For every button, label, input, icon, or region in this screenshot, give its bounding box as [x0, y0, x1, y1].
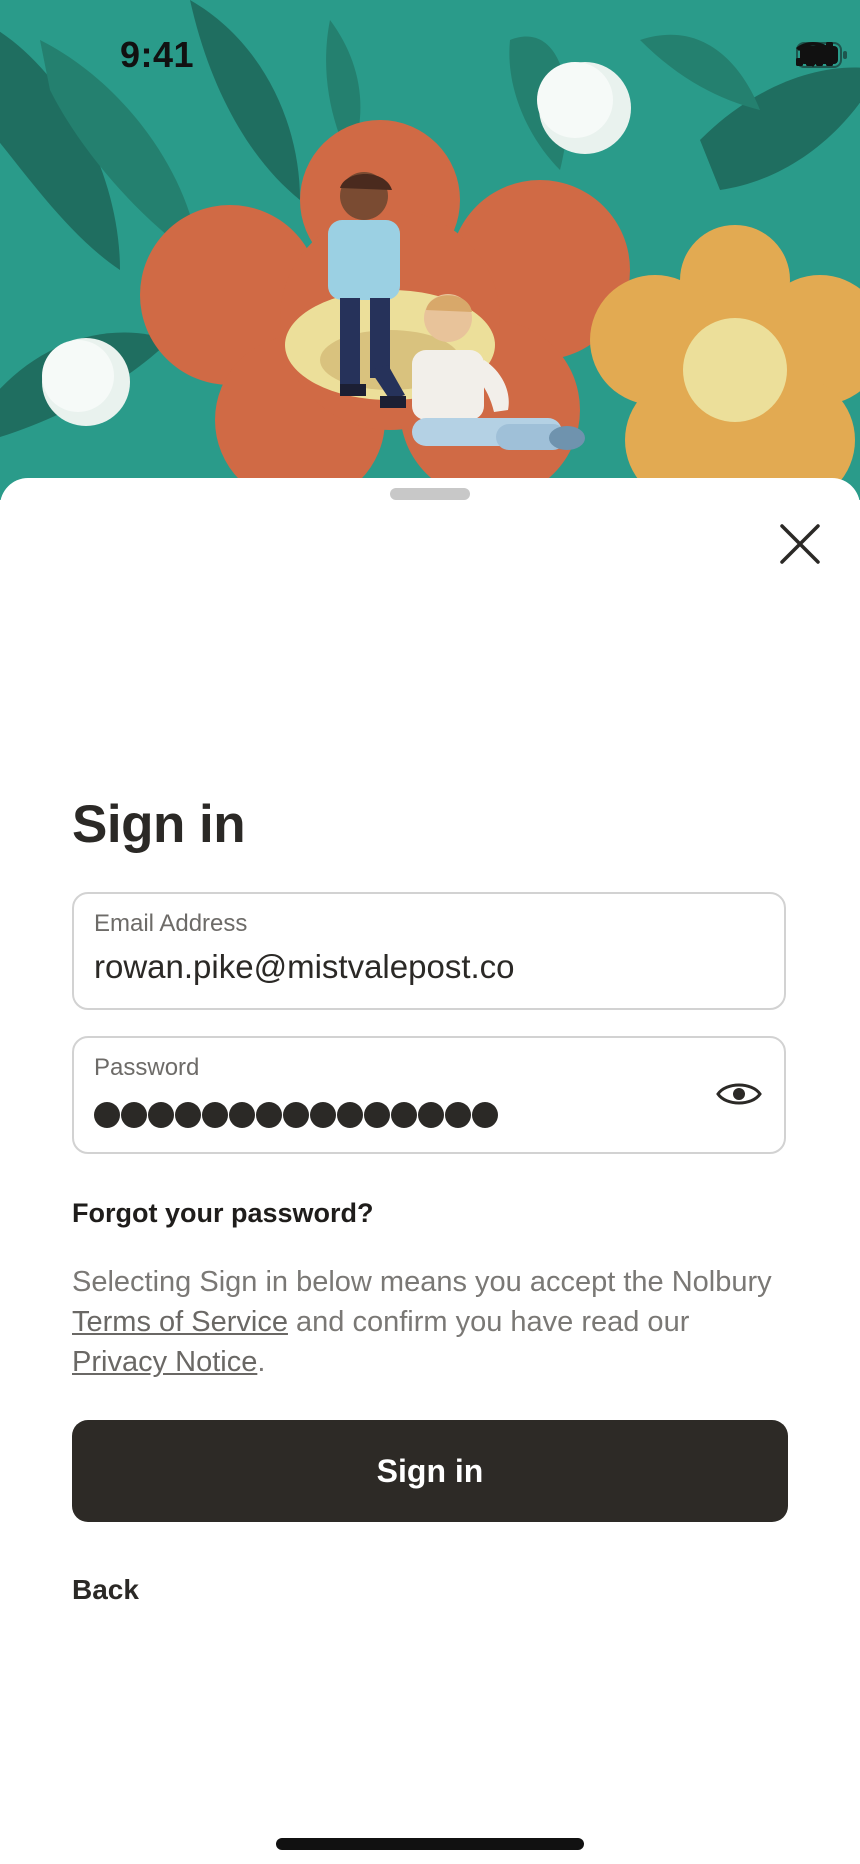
legal-text-3: . — [257, 1346, 266, 1378]
home-indicator — [276, 1838, 584, 1850]
status-time: 9:41 — [120, 34, 195, 75]
password-input[interactable] — [94, 1102, 498, 1128]
password-mask-dot — [94, 1102, 120, 1128]
password-field[interactable]: Password — [72, 1036, 786, 1154]
email-input[interactable]: rowan.pike@mistvalepost.co — [94, 948, 515, 986]
close-icon[interactable] — [772, 516, 828, 572]
password-mask-dot — [175, 1102, 201, 1128]
sign-in-button[interactable]: Sign in — [72, 1420, 788, 1522]
password-mask-dot — [418, 1102, 444, 1128]
sheet-drag-handle[interactable] — [390, 488, 470, 500]
eye-icon[interactable] — [716, 1076, 762, 1112]
password-mask-dot — [472, 1102, 498, 1128]
password-mask-dot — [445, 1102, 471, 1128]
email-label: Email Address — [94, 910, 248, 937]
legal-text-2: and confirm you have read our — [287, 1306, 690, 1338]
password-mask-dot — [310, 1102, 336, 1128]
email-field[interactable]: Email Address rowan.pike@mistvalepost.co — [72, 892, 786, 1010]
legal-notice: Selecting Sign in below means you accept… — [72, 1262, 786, 1382]
password-mask-dot — [121, 1102, 147, 1128]
sign-in-sheet: Sign in Email Address rowan.pike@mistval… — [0, 478, 860, 1864]
back-link[interactable]: Back — [72, 1574, 139, 1606]
password-mask-dot — [256, 1102, 282, 1128]
battery-icon — [796, 42, 847, 68]
password-mask-dot — [229, 1102, 255, 1128]
password-mask-dot — [148, 1102, 174, 1128]
password-mask-dot — [202, 1102, 228, 1128]
hero-illustration: 9:41 — [0, 0, 860, 500]
privacy-notice-link[interactable]: Privacy Notice — [72, 1346, 257, 1378]
terms-of-service-link[interactable]: Terms of Service — [72, 1306, 288, 1338]
password-mask-dot — [337, 1102, 363, 1128]
password-mask-dot — [283, 1102, 309, 1128]
password-mask-dot — [364, 1102, 390, 1128]
status-bar: 9:41 — [0, 0, 860, 110]
password-mask-dot — [391, 1102, 417, 1128]
page-title: Sign in — [72, 795, 246, 854]
password-label: Password — [94, 1054, 200, 1081]
legal-text-1: Selecting Sign in below means you accept… — [72, 1266, 772, 1298]
forgot-password-link[interactable]: Forgot your password? — [72, 1198, 374, 1229]
